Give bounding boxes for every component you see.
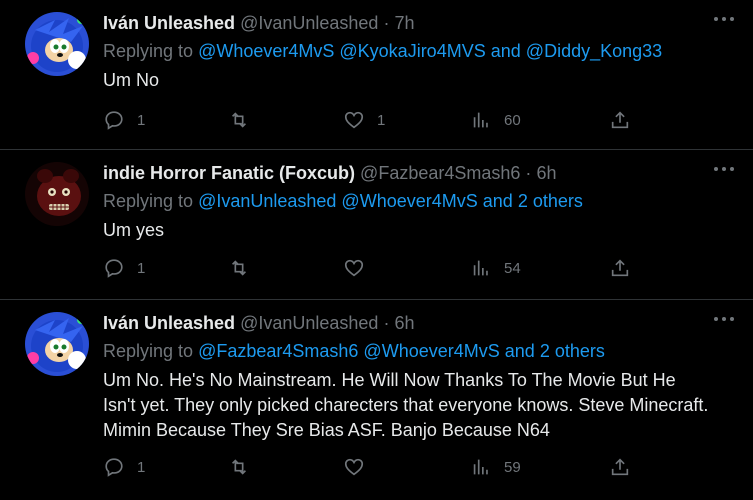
share-button[interactable] [609,455,631,479]
mention-links[interactable]: @IvanUnleashed @Whoever4MvS [198,191,478,211]
retweet-button[interactable] [228,256,262,280]
reply-count: 1 [137,111,146,129]
tweet-actions: 1 54 [103,256,753,280]
separator-dot: · [525,163,532,183]
avatar[interactable] [25,162,89,226]
tweet-content: Iván Unleashed @IvanUnleashed · 7h Reply… [103,12,713,93]
replying-and[interactable]: and [483,191,513,211]
red-animatronic-avatar-icon [25,162,89,226]
display-name[interactable]: Iván Unleashed [103,13,235,33]
retweet-icon [231,459,247,475]
share-icon [611,458,629,476]
tweet-actions: 1 1 60 [103,108,753,132]
mention-links[interactable]: @Fazbear4Smash6 @Whoever4MvS [198,341,500,361]
view-count: 60 [504,111,521,129]
reply-button[interactable]: 1 [103,455,145,479]
mention-link[interactable]: 2 others [518,191,583,211]
tweet-text: Um No [103,70,160,90]
share-button[interactable] [609,256,631,280]
tweet[interactable]: Iván Unleashed @IvanUnleashed · 6h Reply… [0,300,753,500]
replying-to-label: Replying to [103,191,194,211]
sonic-avatar-icon [25,312,89,376]
replying-to-label: Replying to [103,341,194,361]
like-button[interactable] [343,455,377,479]
analytics-icon [473,112,488,128]
timestamp[interactable]: 6h [536,163,556,183]
replying-to: Replying to @IvanUnleashed @Whoever4MvS … [103,190,713,212]
user-handle[interactable]: @IvanUnleashed [240,13,378,33]
tweet-header: Iván Unleashed @IvanUnleashed · 6h [103,312,713,334]
reply-icon [105,259,123,278]
tweet[interactable]: Iván Unleashed @IvanUnleashed · 7h Reply… [0,0,753,150]
reply-button[interactable]: 1 [103,108,145,132]
tweet-text: Um No. He's No Mainstream. He Will Now T… [103,370,709,440]
reply-icon [105,458,123,477]
tweet[interactable]: indie Horror Fanatic (Foxcub) @Fazbear4S… [0,150,753,300]
avatar[interactable] [25,312,89,376]
mention-link[interactable]: @Diddy_Kong33 [526,41,662,61]
like-button[interactable] [343,256,377,280]
views-button[interactable]: 60 [470,108,521,132]
sonic-avatar-icon [25,12,89,76]
share-icon [611,259,629,277]
share-button[interactable] [609,108,631,132]
separator-dot: · [383,313,390,333]
view-count: 54 [504,259,521,277]
reply-icon [105,111,123,130]
retweet-button[interactable] [228,455,262,479]
view-count: 59 [504,458,521,476]
display-name[interactable]: indie Horror Fanatic (Foxcub) [103,163,355,183]
like-count: 1 [377,111,386,129]
tweet-content: indie Horror Fanatic (Foxcub) @Fazbear4S… [103,162,713,243]
heart-icon [344,259,364,277]
retweet-button[interactable] [228,108,262,132]
tweet-content: Iván Unleashed @IvanUnleashed · 6h Reply… [103,312,713,443]
timestamp[interactable]: 7h [394,13,414,33]
share-icon [611,111,629,129]
views-button[interactable]: 54 [470,256,521,280]
reply-button[interactable]: 1 [103,256,145,280]
tweet-header: indie Horror Fanatic (Foxcub) @Fazbear4S… [103,162,713,184]
tweet-actions: 1 59 [103,455,753,479]
reply-thread: Iván Unleashed @IvanUnleashed · 7h Reply… [0,0,753,500]
retweet-icon [231,112,247,128]
replying-to: Replying to @Whoever4MvS @KyokaJiro4MVS … [103,40,713,62]
display-name[interactable]: Iván Unleashed [103,313,235,333]
tweet-text: Um yes [103,220,165,240]
views-button[interactable]: 59 [470,455,521,479]
mention-link[interactable]: 2 others [540,341,605,361]
user-handle[interactable]: @Fazbear4Smash6 [360,163,520,183]
retweet-icon [231,260,247,276]
analytics-icon [473,260,488,276]
like-button[interactable]: 1 [343,108,385,132]
replying-to-label: Replying to [103,41,194,61]
separator-dot: · [383,13,390,33]
reply-count: 1 [137,458,146,476]
user-handle[interactable]: @IvanUnleashed [240,313,378,333]
timestamp[interactable]: 6h [394,313,414,333]
avatar[interactable] [25,12,89,76]
mention-links[interactable]: @Whoever4MvS @KyokaJiro4MVS [198,41,486,61]
more-options-icon[interactable] [713,14,735,24]
replying-and[interactable]: and [491,41,521,61]
heart-icon [344,111,364,129]
more-options-icon[interactable] [713,314,735,324]
replying-and[interactable]: and [505,341,535,361]
reply-count: 1 [137,259,146,277]
replying-to: Replying to @Fazbear4Smash6 @Whoever4MvS… [103,340,713,362]
tweet-header: Iván Unleashed @IvanUnleashed · 7h [103,12,713,34]
analytics-icon [473,459,488,475]
more-options-icon[interactable] [713,164,735,174]
heart-icon [344,458,364,476]
